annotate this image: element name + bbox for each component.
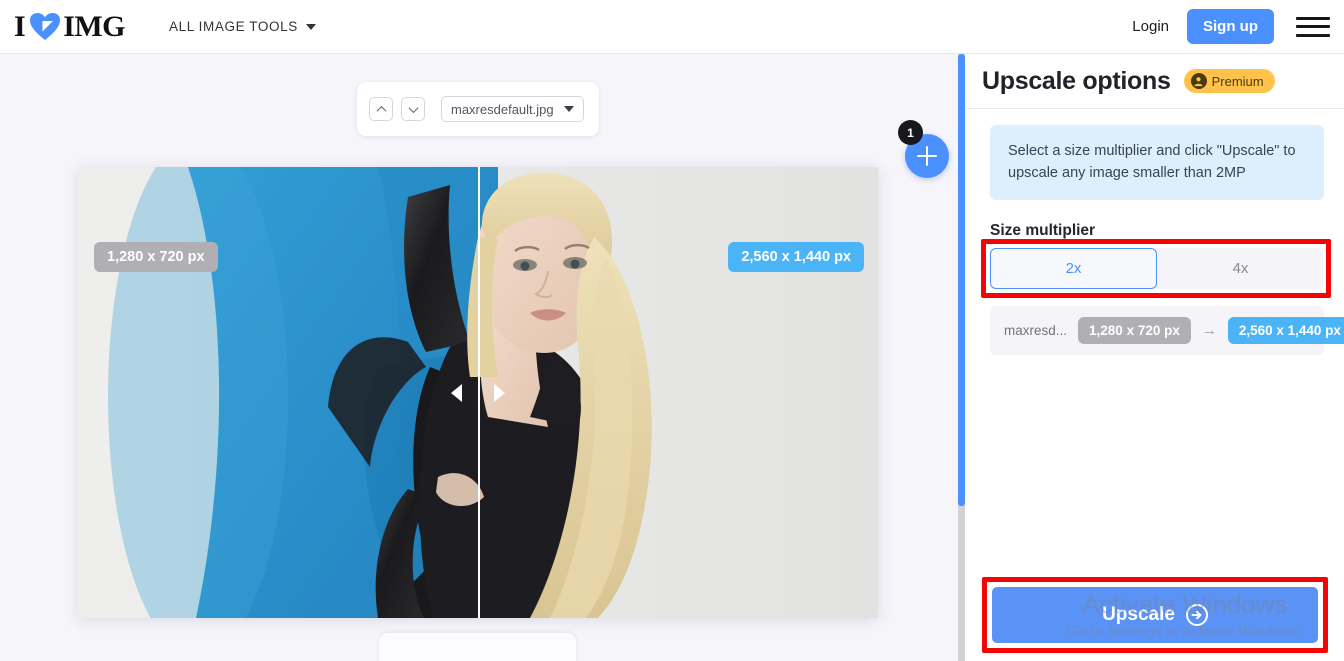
all-image-tools-label: ALL IMAGE TOOLS (169, 19, 298, 34)
logo-text-img: IMG (63, 9, 126, 43)
add-image-control: 1 (898, 120, 949, 178)
bottom-tool-panel[interactable] (379, 633, 576, 661)
file-size-row: maxresd... 1,280 x 720 px → 2,560 x 1,44… (990, 305, 1344, 355)
all-image-tools-menu[interactable]: ALL IMAGE TOOLS (169, 19, 316, 34)
info-message: Select a size multiplier and click "Upsc… (990, 125, 1324, 200)
size-multiplier-label: Size multiplier (990, 221, 1096, 239)
image-count-badge: 1 (898, 120, 923, 145)
chevron-down-icon (563, 106, 574, 112)
upscaled-size-badge: 2,560 x 1,440 px (728, 242, 864, 272)
upscale-button[interactable]: Upscale (992, 587, 1318, 643)
premium-user-icon (1190, 73, 1207, 89)
chevron-down-icon (305, 23, 316, 30)
premium-badge-label: Premium (1211, 73, 1264, 89)
editor-canvas: maxresdefault.jpg 1 1,280 x 720 px 2,560… (0, 54, 958, 661)
chevron-down-icon (408, 102, 418, 113)
size-multiplier-highlight: 2x 4x (981, 238, 1331, 298)
original-size-badge: 1,280 x 720 px (94, 242, 218, 272)
multiplier-option-4x[interactable]: 4x (1157, 247, 1324, 289)
triangle-right-icon (494, 383, 505, 402)
logo-text-i: I (14, 9, 26, 43)
upscale-button-highlight: Upscale (982, 577, 1328, 653)
size-multiplier-group: 2x 4x (990, 247, 1324, 289)
sidebar-scrollbar-track[interactable] (958, 54, 965, 661)
arrow-right-icon: → (1201, 321, 1217, 339)
triangle-left-icon (451, 383, 462, 402)
premium-badge[interactable]: Premium (1183, 69, 1275, 93)
file-name-label: maxresd... (1004, 322, 1068, 338)
heart-icon (30, 12, 61, 41)
sidebar-scrollbar-thumb[interactable] (958, 54, 965, 506)
upscale-options-sidebar: Upscale options Premium Select a size mu… (958, 54, 1344, 661)
comparison-slider-handle[interactable] (451, 381, 505, 405)
previous-image-button[interactable] (369, 97, 393, 121)
top-navigation-bar: I IMG ALL IMAGE TOOLS Login Sign up (0, 0, 1344, 54)
nav-right-group: Login Sign up (1122, 9, 1330, 44)
plus-icon-vertical (925, 146, 929, 166)
page-title: Upscale options (982, 66, 1171, 95)
sidebar-body: Select a size multiplier and click "Upsc… (966, 109, 1344, 661)
login-link[interactable]: Login (1122, 12, 1179, 41)
target-size-pill: 2,560 x 1,440 px (1227, 316, 1344, 344)
file-select-dropdown[interactable]: maxresdefault.jpg (441, 96, 584, 122)
arrow-right-circle-icon (1185, 604, 1208, 626)
upscale-button-label: Upscale (1102, 604, 1175, 625)
file-select-value: maxresdefault.jpg (451, 101, 554, 117)
image-comparison-preview[interactable]: 1,280 x 720 px 2,560 x 1,440 px (78, 167, 878, 618)
signup-button[interactable]: Sign up (1187, 9, 1274, 44)
file-navigation-toolbar: maxresdefault.jpg (357, 82, 599, 136)
next-image-button[interactable] (401, 97, 425, 121)
source-size-pill: 1,280 x 720 px (1078, 316, 1191, 344)
hamburger-menu-icon[interactable] (1296, 14, 1330, 40)
sidebar-header: Upscale options Premium (966, 54, 1344, 109)
multiplier-option-2x[interactable]: 2x (990, 247, 1157, 289)
page-root: I IMG ALL IMAGE TOOLS Login Sign up maxr… (0, 0, 1344, 661)
site-logo[interactable]: I IMG (14, 9, 126, 44)
chevron-up-icon (376, 105, 386, 116)
